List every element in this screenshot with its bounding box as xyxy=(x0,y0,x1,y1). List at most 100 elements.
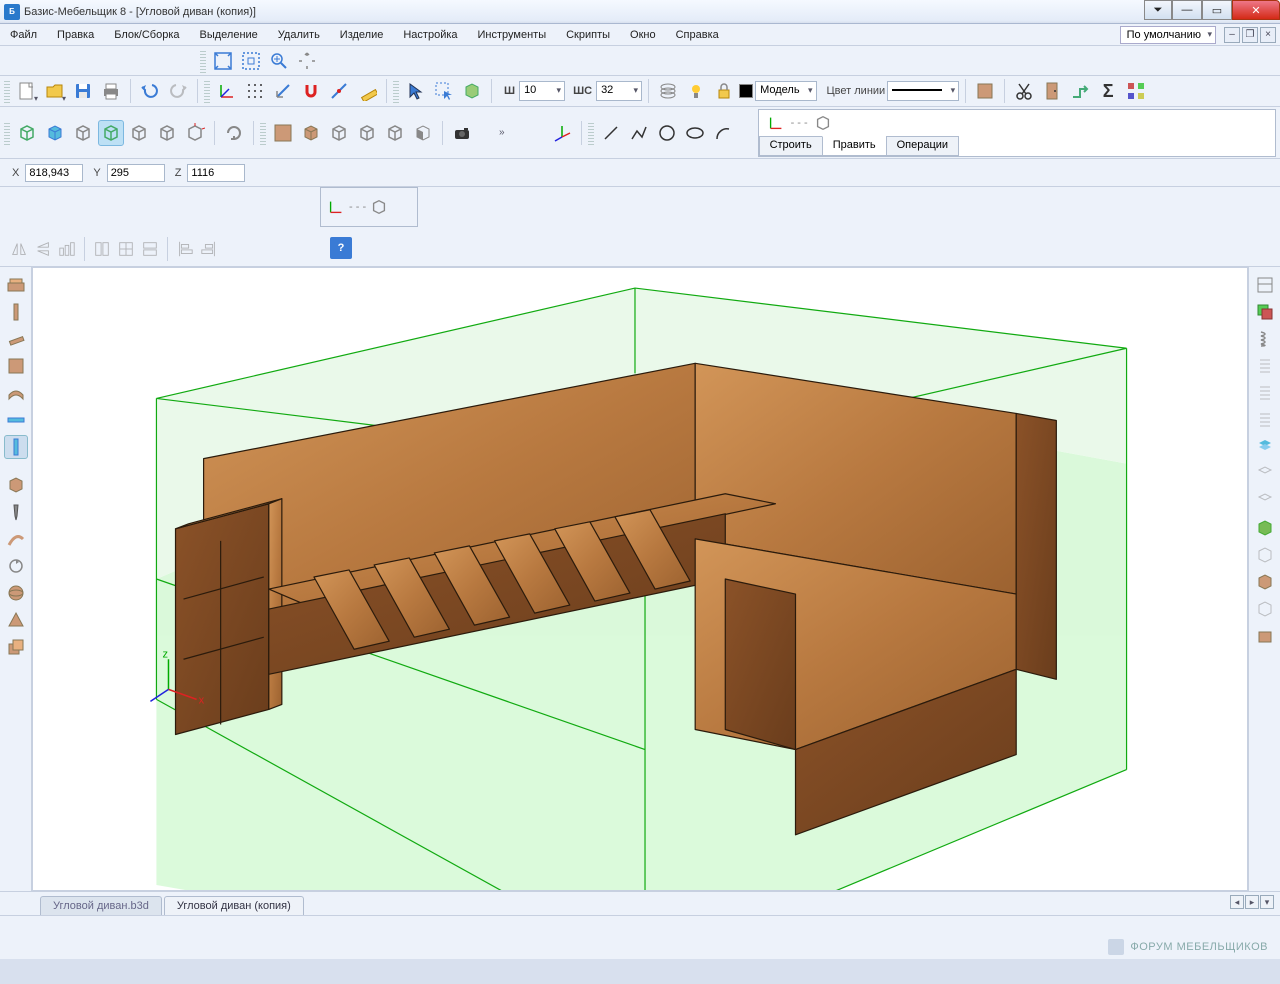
light-button[interactable] xyxy=(683,78,709,104)
mdi-close-button[interactable]: × xyxy=(1260,27,1276,43)
print-button[interactable] xyxy=(98,78,124,104)
sphere-button[interactable] xyxy=(4,581,28,605)
viewport-3d[interactable]: z x xyxy=(32,267,1248,891)
menu-product[interactable]: Изделие xyxy=(330,26,394,44)
zoom-in-button[interactable] xyxy=(266,48,292,74)
align-l-button[interactable] xyxy=(174,238,196,260)
menu-tools[interactable]: Инструменты xyxy=(468,26,557,44)
z-input[interactable] xyxy=(187,164,245,182)
tab-menu-button[interactable]: ▾ xyxy=(1260,895,1274,909)
box-wire1-button[interactable] xyxy=(326,120,352,146)
camera-button[interactable] xyxy=(449,120,475,146)
menu-window[interactable]: Окно xyxy=(620,26,666,44)
arrange-button[interactable] xyxy=(1123,78,1149,104)
box-button[interactable] xyxy=(4,473,28,497)
sheet2-button[interactable] xyxy=(1253,462,1277,486)
maximize-button[interactable]: ▭ xyxy=(1202,0,1232,20)
fit-view-button[interactable] xyxy=(210,48,236,74)
align-r-button[interactable] xyxy=(198,238,220,260)
cone-button[interactable] xyxy=(4,608,28,632)
menu-help[interactable]: Справка xyxy=(666,26,729,44)
ortho-button[interactable] xyxy=(270,78,296,104)
mdi-restore-button[interactable]: ❐ xyxy=(1242,27,1258,43)
menu-scripts[interactable]: Скрипты xyxy=(556,26,620,44)
tab-edit[interactable]: Править xyxy=(822,136,887,155)
mirror-h-button[interactable] xyxy=(8,238,30,260)
sum-button[interactable]: Σ xyxy=(1095,78,1121,104)
profile-button[interactable] xyxy=(4,327,28,351)
x-input[interactable] xyxy=(25,164,83,182)
dropdown-button[interactable]: ⏷ xyxy=(1144,0,1172,20)
box-wire2-button[interactable] xyxy=(354,120,380,146)
step-combo[interactable]: 32 xyxy=(596,81,642,101)
ellipse-tool-button[interactable] xyxy=(682,120,708,146)
tab-build[interactable]: Строить xyxy=(759,136,823,155)
lock-button[interactable] xyxy=(711,78,737,104)
linestyle-combo[interactable] xyxy=(887,81,959,101)
dup-button[interactable] xyxy=(1253,516,1277,540)
material-wood-button[interactable] xyxy=(270,120,296,146)
model-combo[interactable]: Модель xyxy=(755,81,816,101)
select3d-button[interactable] xyxy=(459,78,485,104)
rotate-button[interactable] xyxy=(4,554,28,578)
tab-prev-button[interactable]: ◂ xyxy=(1230,895,1244,909)
circle-tool-button[interactable] xyxy=(654,120,680,146)
new-button[interactable] xyxy=(14,78,40,104)
zoom-window-button[interactable] xyxy=(238,48,264,74)
door-button[interactable] xyxy=(1039,78,1065,104)
extrude-button[interactable] xyxy=(1067,78,1093,104)
thread2-button[interactable] xyxy=(1253,381,1277,405)
help-icon[interactable]: ? xyxy=(330,237,352,259)
view-iso-button[interactable] xyxy=(154,120,180,146)
grid2-button[interactable] xyxy=(115,238,137,260)
doc-tab-1[interactable]: Угловой диван.b3d xyxy=(40,896,162,915)
spring-button[interactable] xyxy=(1253,327,1277,351)
axis3d-button[interactable] xyxy=(549,120,575,146)
menu-edit[interactable]: Правка xyxy=(47,26,104,44)
select-button[interactable] xyxy=(403,78,429,104)
box-solid-button[interactable] xyxy=(298,120,324,146)
mirror-v-button[interactable] xyxy=(32,238,54,260)
box-wire3-button[interactable] xyxy=(382,120,408,146)
menu-block[interactable]: Блок/Сборка xyxy=(104,26,189,44)
angle-snap-button[interactable] xyxy=(326,78,352,104)
redo-button[interactable] xyxy=(165,78,191,104)
pkg3-button[interactable] xyxy=(1253,624,1277,648)
rotate-view-button[interactable] xyxy=(221,120,247,146)
grid1-button[interactable] xyxy=(91,238,113,260)
combined-button[interactable] xyxy=(4,635,28,659)
thread3-button[interactable] xyxy=(1253,408,1277,432)
width-combo[interactable]: 10 xyxy=(519,81,565,101)
view-bottom-button[interactable] xyxy=(126,120,152,146)
cut-button[interactable] xyxy=(1011,78,1037,104)
dup2-button[interactable] xyxy=(1253,543,1277,567)
minimize-button[interactable]: — xyxy=(1172,0,1202,20)
view-left-button[interactable] xyxy=(42,120,68,146)
grid3-button[interactable] xyxy=(139,238,161,260)
y-input[interactable] xyxy=(107,164,165,182)
menu-file[interactable]: Файл xyxy=(0,26,47,44)
measure-button[interactable] xyxy=(354,78,380,104)
tab-ops[interactable]: Операции xyxy=(886,136,959,155)
tab-next-button[interactable]: ▸ xyxy=(1245,895,1259,909)
axis-button[interactable] xyxy=(214,78,240,104)
arc-tool-button[interactable] xyxy=(710,120,736,146)
color-swatch[interactable] xyxy=(739,84,753,98)
menu-selection[interactable]: Выделение xyxy=(190,26,268,44)
pan-button[interactable] xyxy=(294,48,320,74)
view-front-button[interactable] xyxy=(14,120,40,146)
pkg2-button[interactable] xyxy=(1253,597,1277,621)
view-right-button[interactable] xyxy=(70,120,96,146)
undo-button[interactable] xyxy=(137,78,163,104)
curve-button[interactable] xyxy=(4,527,28,551)
layout-button[interactable] xyxy=(1253,273,1277,297)
edge-button[interactable] xyxy=(4,381,28,405)
menu-delete[interactable]: Удалить xyxy=(268,26,330,44)
select-box-button[interactable] xyxy=(431,78,457,104)
screw-button[interactable] xyxy=(4,500,28,524)
ruler-button[interactable] xyxy=(4,408,28,432)
mdi-minimize-button[interactable]: – xyxy=(1224,27,1240,43)
vertical-button[interactable] xyxy=(4,435,28,459)
sheet3-button[interactable] xyxy=(1253,489,1277,513)
save-button[interactable] xyxy=(70,78,96,104)
